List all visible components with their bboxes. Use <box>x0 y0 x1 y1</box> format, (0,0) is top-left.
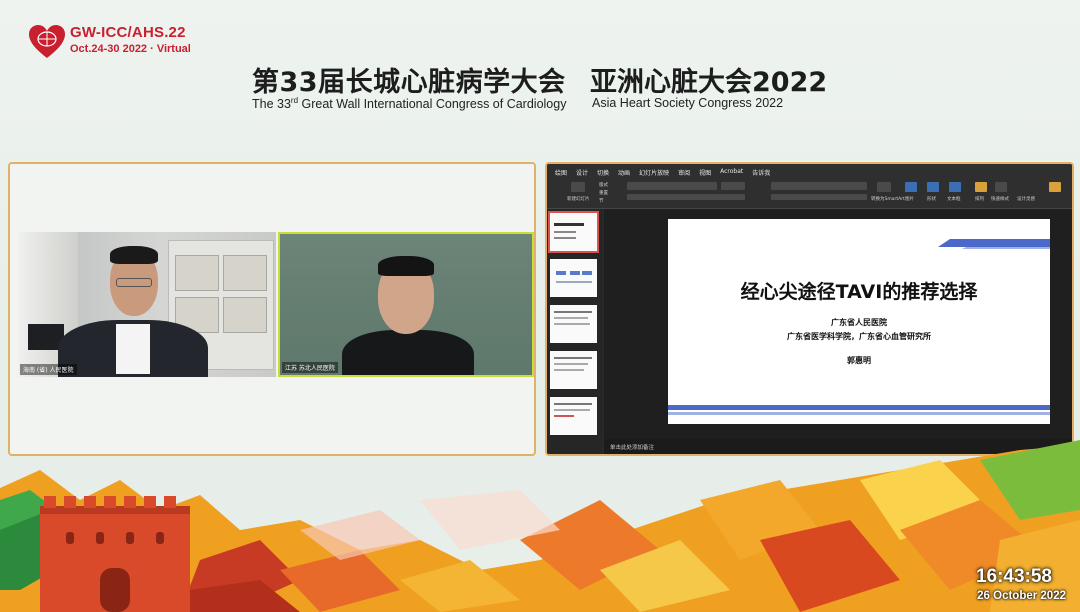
asia-heart-title-en: Asia Heart Society Congress 2022 <box>592 96 784 110</box>
glasses-icon <box>116 278 152 287</box>
tab-design[interactable]: 设计 <box>576 168 588 177</box>
tab-review[interactable]: 审阅 <box>678 168 690 177</box>
shapes-icon[interactable] <box>927 182 939 192</box>
reset-label[interactable]: 重置 <box>599 190 608 196</box>
tab-animations[interactable]: 动画 <box>618 168 630 177</box>
logo-title: GW-ICC/AHS.22 <box>70 24 186 41</box>
clock-time: 16:43:58 <box>975 566 1052 587</box>
cabinet-shelf <box>223 255 267 291</box>
paragraph-row-2[interactable] <box>771 194 867 200</box>
shirt <box>116 324 150 374</box>
smartart-label: 转换为SmartArt <box>871 197 905 202</box>
new-slide-label: 新建幻灯片 <box>567 197 590 202</box>
paragraph-row[interactable] <box>771 182 867 190</box>
participant-video-2[interactable]: 江苏 苏北人民医院 <box>278 232 534 377</box>
slide-thumbnail-4[interactable] <box>550 351 597 389</box>
congress-title-en: The 33rd Great Wall International Congre… <box>252 96 566 111</box>
title-en-sup: rd <box>290 96 299 105</box>
quick-styles-label: 快速样式 <box>991 197 1009 202</box>
tab-slideshow[interactable]: 幻灯片放映 <box>639 168 669 177</box>
participant-body <box>342 330 474 375</box>
arrange-icon[interactable] <box>975 182 987 192</box>
logo-subtitle: Oct.24-30 2022 · Virtual <box>70 43 191 55</box>
picture-label: 图片 <box>905 197 914 202</box>
participant-name-tag: 海南 (省) 人民医院 <box>20 364 77 375</box>
video-conference-panel: 海南 (省) 人民医院 江苏 苏北人民医院 <box>8 162 536 456</box>
cabinet-shelf <box>223 297 267 333</box>
layout-label[interactable]: 版式 <box>599 182 608 188</box>
slide-thumbnail-3[interactable] <box>550 305 597 343</box>
tab-view[interactable]: 视图 <box>699 168 711 177</box>
tab-transitions[interactable]: 切换 <box>597 168 609 177</box>
cabinet-shelf <box>175 255 219 291</box>
arrange-label: 排列 <box>975 197 984 202</box>
ppt-ribbon: 绘图 设计 切换 动画 幻灯片放映 审阅 视图 Acrobat 告诉我 新建幻灯… <box>547 164 1072 209</box>
slide-speaker: 郭惠明 <box>847 356 871 365</box>
textbox-icon[interactable] <box>949 182 961 192</box>
shapes-label: 形状 <box>927 197 936 202</box>
quick-styles-icon[interactable] <box>995 182 1007 192</box>
ribbon-tabs: 绘图 设计 切换 动画 幻灯片放映 审阅 视图 Acrobat 告诉我 <box>555 168 770 177</box>
participant-video-1[interactable]: 海南 (省) 人民医院 <box>18 232 276 377</box>
smartart-icon[interactable] <box>877 182 891 192</box>
tab-tell-me[interactable]: 告诉我 <box>752 168 770 177</box>
slide-hospital: 广东省人民医院 <box>831 318 887 327</box>
title-en-post: Great Wall International Congress of Car… <box>298 97 567 112</box>
slide-accent-bottom-2 <box>668 412 1050 415</box>
slide-thumbnail-2[interactable] <box>550 259 597 297</box>
ribbon-groups: 新建幻灯片 版式 重置 节 转换为SmartArt 图片 形状 文本框 排列 快… <box>555 180 1064 204</box>
font-size-box[interactable] <box>721 182 745 190</box>
section-label[interactable]: 节 <box>599 198 604 204</box>
design-ideas-icon[interactable] <box>1049 182 1061 192</box>
event-logo: GW-ICC/AHS.22 Oct.24-30 2022 · Virtual <box>28 24 198 64</box>
picture-icon[interactable] <box>905 182 917 192</box>
font-name-box[interactable] <box>627 182 717 190</box>
design-ideas-label: 设计灵感 <box>1017 197 1035 202</box>
slide-thumbnail-1[interactable] <box>548 211 599 253</box>
slide-institute: 广东省医学科学院，广东省心血管研究所 <box>787 332 931 341</box>
slide-editor: 经心尖途径TAVI的推荐选择 广东省人民医院 广东省医学科学院，广东省心血管研究… <box>604 209 1072 439</box>
participant-hair <box>378 256 434 276</box>
slide-accent-top <box>938 239 1050 249</box>
tab-acrobat[interactable]: Acrobat <box>720 168 743 177</box>
textbox-label: 文本框 <box>947 197 961 202</box>
title-en-pre: The 33 <box>252 97 291 112</box>
tab-draw[interactable]: 绘图 <box>555 168 567 177</box>
current-slide[interactable]: 经心尖途径TAVI的推荐选择 广东省人民医院 广东省医学科学院，广东省心血管研究… <box>668 219 1050 424</box>
participant-name-tag: 江苏 苏北人民医院 <box>282 362 338 373</box>
congress-title-cn: 第33届长城心脏病学大会 <box>252 67 566 98</box>
slide-thumbnails <box>547 209 603 454</box>
great-wall-artwork <box>0 440 1080 612</box>
heart-globe-icon <box>29 25 65 58</box>
new-slide-icon[interactable] <box>571 182 585 192</box>
slide-thumbnail-5[interactable] <box>550 397 597 435</box>
speaker-hair <box>110 246 158 264</box>
font-format-row[interactable] <box>627 194 745 200</box>
asia-heart-title-cn: 亚洲心脏大会2022 <box>590 67 828 98</box>
clock-date: 26 October 2022 <box>977 590 1066 602</box>
slide-title: 经心尖途径TAVI的推荐选择 <box>740 281 978 303</box>
screen-share-panel: 绘图 设计 切换 动画 幻灯片放映 审阅 视图 Acrobat 告诉我 新建幻灯… <box>545 162 1074 456</box>
slide-accent-bottom <box>668 405 1050 410</box>
